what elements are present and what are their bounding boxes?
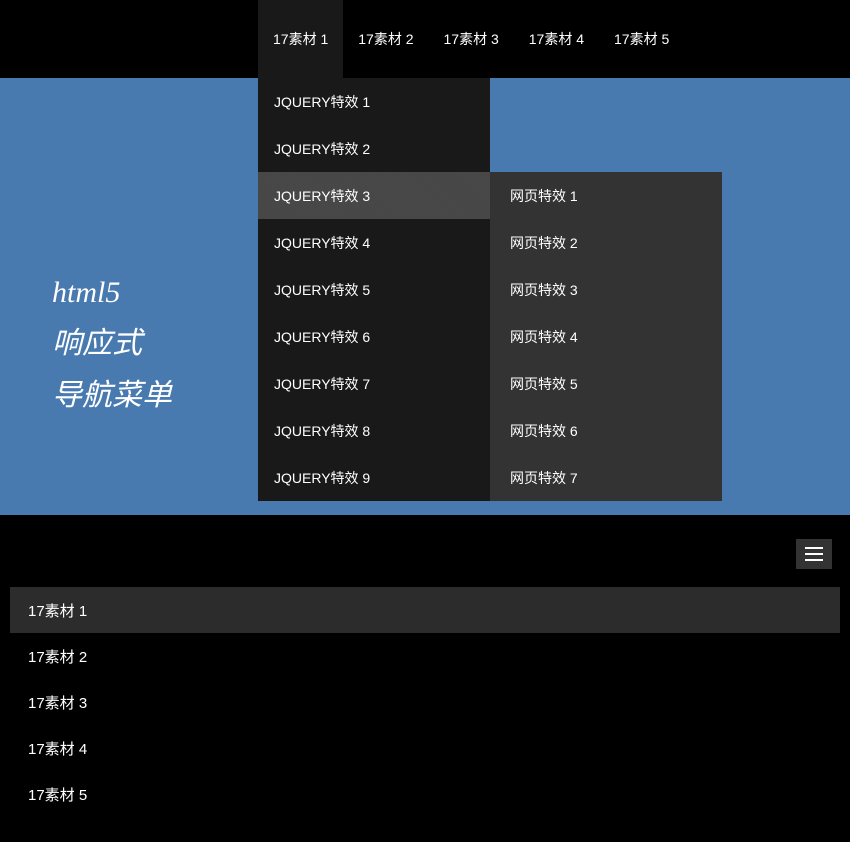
mobile-nav-item[interactable]: 17素材 2 [10, 633, 840, 679]
hamburger-button[interactable] [796, 539, 832, 569]
mobile-nav-item[interactable]: 17素材 1 [10, 587, 840, 633]
submenu-item[interactable]: 网页特效 2 [490, 219, 722, 266]
dropdown-item[interactable]: JQUERY特效 5 [258, 266, 490, 313]
submenu-item[interactable]: 网页特效 5 [490, 360, 722, 407]
hero-title-line2: 响应式 [52, 318, 172, 362]
submenu-item[interactable]: 网页特效 4 [490, 313, 722, 360]
top-nav: 17素材 117素材 217素材 317素材 417素材 5 [0, 0, 850, 78]
dropdown-item[interactable]: JQUERY特效 6 [258, 313, 490, 360]
submenu-item[interactable]: 网页特效 3 [490, 266, 722, 313]
hero-banner: html5 响应式 导航菜单 JQUERY特效 1JQUERY特效 2JQUER… [0, 78, 850, 515]
hamburger-icon [805, 547, 823, 549]
dropdown-item[interactable]: JQUERY特效 8 [258, 407, 490, 454]
submenu-item[interactable]: 网页特效 7 [490, 454, 722, 501]
top-nav-item[interactable]: 17素材 1 [258, 0, 343, 78]
top-nav-item[interactable]: 17素材 4 [514, 0, 599, 78]
mobile-nav-item[interactable]: 17素材 3 [10, 679, 840, 725]
dropdown-item[interactable]: JQUERY特效 7 [258, 360, 490, 407]
top-nav-item[interactable]: 17素材 2 [343, 0, 428, 78]
mobile-nav-item[interactable]: 17素材 5 [10, 771, 840, 817]
mobile-nav-list: 17素材 117素材 217素材 317素材 417素材 5 [10, 587, 840, 817]
submenu: 网页特效 1网页特效 2网页特效 3网页特效 4网页特效 5网页特效 6网页特效… [490, 172, 722, 501]
hamburger-row [10, 539, 840, 569]
dropdown-item[interactable]: JQUERY特效 1 [258, 78, 490, 125]
dropdown-item[interactable]: JQUERY特效 2 [258, 125, 490, 172]
dropdown-item[interactable]: JQUERY特效 4 [258, 219, 490, 266]
dropdown-item[interactable]: JQUERY特效 3 [258, 172, 490, 219]
submenu-item[interactable]: 网页特效 6 [490, 407, 722, 454]
hamburger-icon [805, 559, 823, 561]
mobile-nav-item[interactable]: 17素材 4 [10, 725, 840, 771]
hamburger-icon [805, 553, 823, 555]
hero-title-line1: html5 [52, 276, 172, 310]
dropdown-item[interactable]: JQUERY特效 9 [258, 454, 490, 501]
hero-title-line3: 导航菜单 [52, 370, 172, 414]
dropdown-menu: JQUERY特效 1JQUERY特效 2JQUERY特效 3JQUERY特效 4… [258, 78, 490, 501]
top-nav-item[interactable]: 17素材 5 [599, 0, 684, 78]
hero-title: html5 响应式 导航菜单 [52, 276, 172, 414]
submenu-item[interactable]: 网页特效 1 [490, 172, 722, 219]
top-nav-item[interactable]: 17素材 3 [429, 0, 514, 78]
mobile-section: 17素材 117素材 217素材 317素材 417素材 5 [0, 515, 850, 837]
